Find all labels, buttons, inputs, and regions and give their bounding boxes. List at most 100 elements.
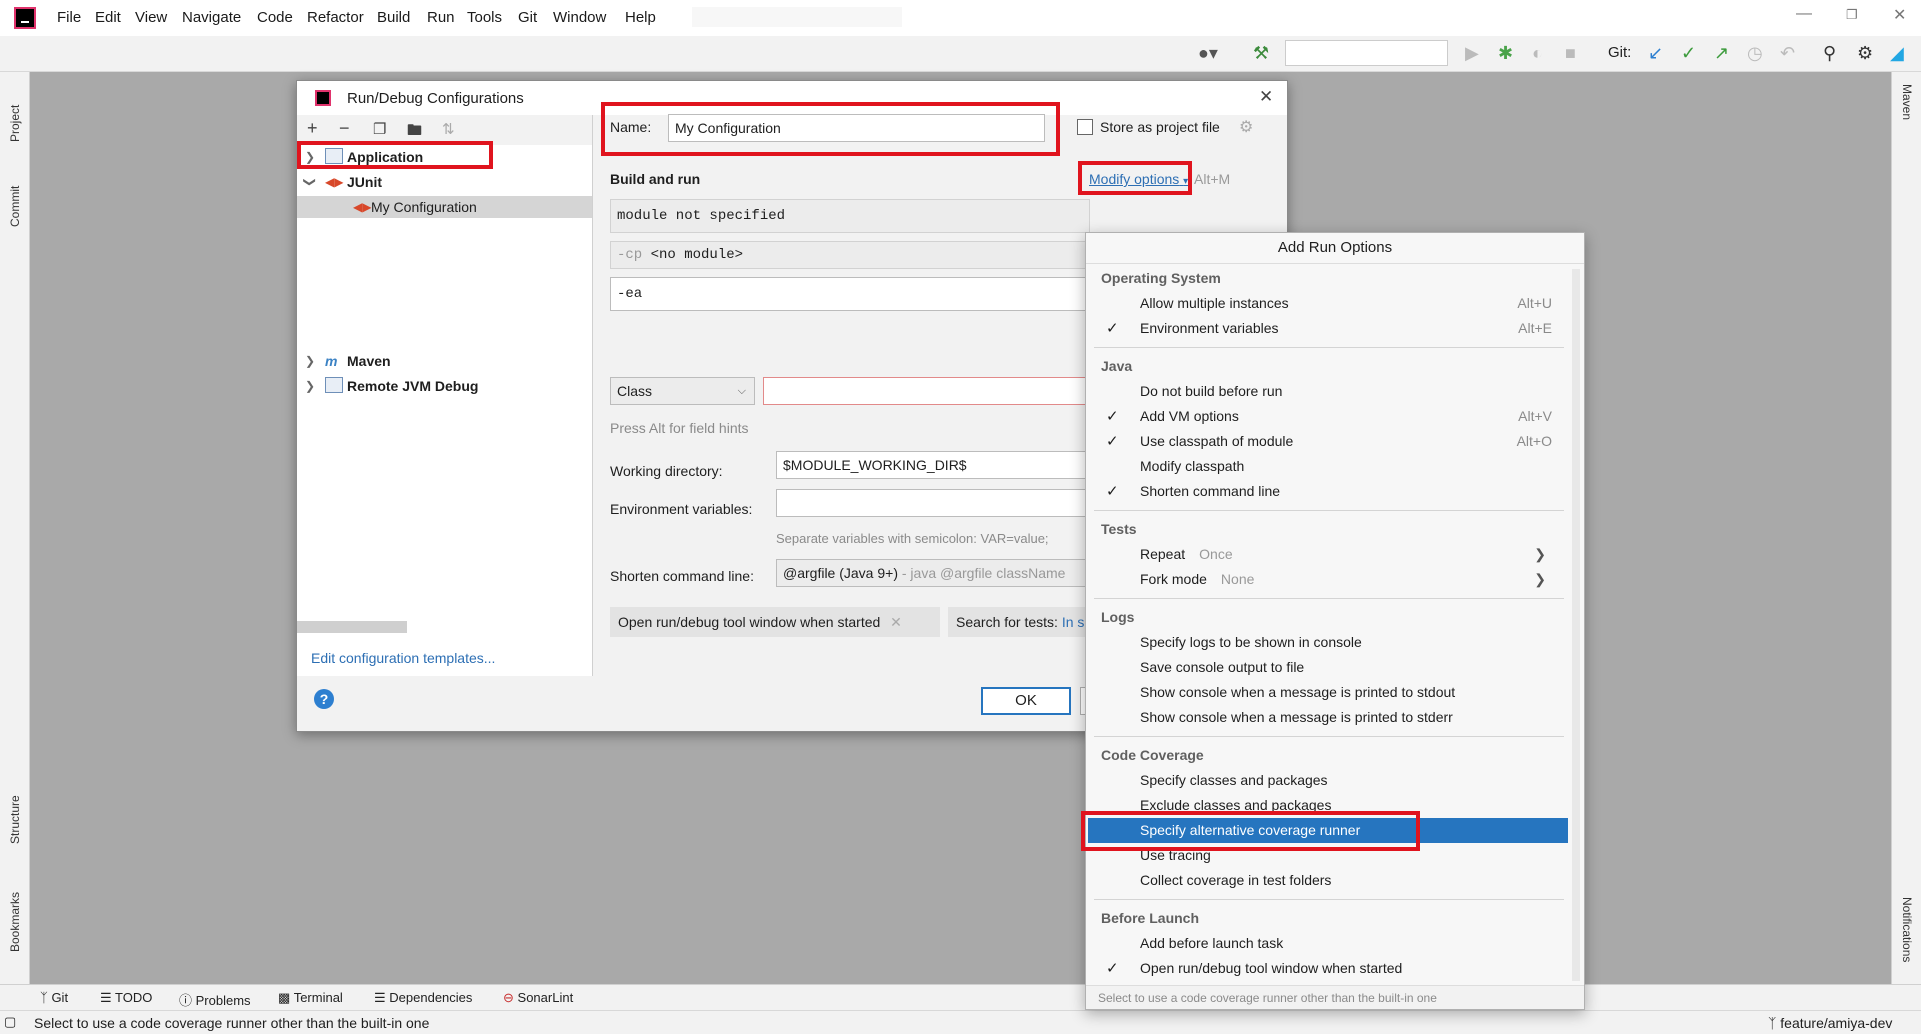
option-open-tool-window[interactable]: ✓ Open run/debug tool window when started: [1088, 956, 1568, 981]
settings-icon[interactable]: ⚙: [1857, 42, 1873, 64]
menu-edit[interactable]: Edit: [95, 9, 121, 26]
tree-item-maven[interactable]: ❯ m Maven: [297, 350, 592, 372]
git-update-icon[interactable]: ↙: [1648, 42, 1663, 64]
git-tool-tab[interactable]: ᛉ Git: [40, 990, 68, 1005]
option-show-console-stdout[interactable]: Show console when a message is printed t…: [1088, 680, 1568, 705]
tree-item-junit[interactable]: ❯ ◀▶ JUnit: [297, 171, 592, 193]
env-vars-field[interactable]: [776, 489, 1090, 517]
left-tool-stripe: Project Commit Structure Bookmarks: [0, 72, 30, 984]
notifications-tab[interactable]: Notifications: [1900, 897, 1914, 962]
option-do-not-build[interactable]: Do not build before run: [1088, 379, 1568, 404]
option-modify-classpath[interactable]: Modify classpath: [1088, 454, 1568, 479]
git-commit-icon[interactable]: ✓: [1681, 42, 1696, 64]
todo-tool-tab[interactable]: ☰ TODO: [100, 990, 152, 1006]
menu-bar: File Edit View Navigate Code Refactor Bu…: [0, 0, 1921, 36]
tree-item-remote-jvm-debug[interactable]: ❯ Remote JVM Debug: [297, 375, 592, 397]
option-show-console-stderr[interactable]: Show console when a message is printed t…: [1088, 705, 1568, 730]
option-logs-in-console[interactable]: Specify logs to be shown in console: [1088, 630, 1568, 655]
right-tool-stripe: Maven Notifications: [1891, 72, 1921, 984]
option-allow-multiple-instances[interactable]: Allow multiple instances Alt+U: [1088, 291, 1568, 316]
user-icon[interactable]: ●▾: [1198, 42, 1218, 64]
option-add-vm-options[interactable]: ✓ Add VM options Alt+V: [1088, 404, 1568, 429]
hammer-icon[interactable]: ⚒: [1253, 42, 1269, 64]
store-as-project-checkbox[interactable]: [1077, 119, 1093, 135]
option-use-classpath-of-module[interactable]: ✓ Use classpath of module Alt+O: [1088, 429, 1568, 454]
rollback-icon[interactable]: ↶: [1780, 42, 1795, 64]
gear-icon[interactable]: ⚙: [1239, 117, 1253, 137]
terminal-tool-tab[interactable]: ▩ Terminal: [278, 990, 343, 1006]
sort-icon[interactable]: ⇅: [442, 120, 455, 138]
run-config-selector[interactable]: [1285, 40, 1448, 66]
search-for-tests-chip[interactable]: Search for tests: In s: [948, 607, 1090, 637]
title-search-area[interactable]: [692, 7, 902, 27]
git-push-icon[interactable]: ↗: [1714, 42, 1729, 64]
test-kind-select[interactable]: Class ⌵: [610, 377, 755, 405]
class-field[interactable]: [763, 377, 1090, 405]
module-field[interactable]: module not specified: [610, 199, 1090, 233]
coverage-icon[interactable]: ◐: [1532, 42, 1543, 64]
option-shorten-command-line[interactable]: ✓ Shorten command line: [1088, 479, 1568, 504]
status-panel-icon[interactable]: ▢: [4, 1014, 16, 1030]
menu-file[interactable]: File: [57, 9, 81, 26]
maven-tab[interactable]: Maven: [1900, 84, 1914, 120]
minimize-icon[interactable]: —: [1796, 5, 1812, 23]
dependencies-tool-tab[interactable]: ☰ Dependencies: [374, 990, 472, 1006]
edit-templates-link[interactable]: Edit configuration templates...: [311, 650, 495, 666]
build-and-run-heading: Build and run: [610, 171, 701, 187]
menu-code[interactable]: Code: [257, 9, 293, 26]
option-specify-classes[interactable]: Specify classes and packages: [1088, 768, 1568, 793]
env-vars-hint: Separate variables with semicolon: VAR=v…: [776, 531, 1049, 546]
horizontal-scrollbar[interactable]: [297, 621, 407, 633]
problems-tool-tab[interactable]: ⓘ Problems: [179, 990, 251, 1009]
option-environment-variables[interactable]: ✓ Environment variables Alt+E: [1088, 316, 1568, 341]
vm-options-field[interactable]: -ea: [610, 277, 1090, 311]
remote-debug-icon: [325, 377, 343, 393]
popup-scrollbar[interactable]: [1572, 269, 1580, 981]
menu-build[interactable]: Build: [377, 9, 410, 26]
search-icon[interactable]: ⚲: [1823, 42, 1836, 64]
remove-icon[interactable]: −: [339, 118, 350, 139]
stop-icon[interactable]: ■: [1565, 42, 1576, 64]
add-icon[interactable]: +: [307, 118, 318, 139]
copy-icon[interactable]: ❐: [373, 120, 386, 138]
structure-tab[interactable]: Structure: [8, 795, 22, 844]
open-tool-window-chip[interactable]: Open run/debug tool window when started …: [610, 607, 940, 637]
menu-navigate[interactable]: Navigate: [182, 9, 241, 26]
close-icon[interactable]: ✕: [1259, 87, 1273, 107]
shorten-cmd-select[interactable]: @argfile (Java 9+) - java @argfile class…: [776, 559, 1090, 587]
run-icon[interactable]: ▶: [1465, 42, 1479, 64]
tree-label-my-configuration: My Configuration: [371, 199, 477, 215]
menu-view[interactable]: View: [135, 9, 167, 26]
option-fork-mode[interactable]: Fork mode None ❯: [1088, 567, 1568, 592]
help-icon[interactable]: ?: [314, 689, 334, 709]
bookmarks-tab[interactable]: Bookmarks: [8, 892, 22, 952]
tree-item-my-configuration[interactable]: ◀▶ My Configuration: [297, 196, 592, 218]
debug-icon[interactable]: ✱: [1498, 42, 1513, 64]
working-dir-field[interactable]: $MODULE_WORKING_DIR$: [776, 451, 1090, 479]
classpath-field[interactable]: -cp <no module>: [610, 241, 1090, 269]
project-tab[interactable]: Project: [8, 105, 22, 142]
menu-git[interactable]: Git: [518, 9, 537, 26]
menu-window[interactable]: Window: [553, 9, 606, 26]
option-save-console-output[interactable]: Save console output to file: [1088, 655, 1568, 680]
sonarlint-tool-tab[interactable]: ⊖ SonarLint: [503, 990, 573, 1006]
history-icon[interactable]: ◷: [1747, 42, 1763, 64]
option-add-before-launch-task[interactable]: Add before launch task: [1088, 931, 1568, 956]
menu-run[interactable]: Run: [427, 9, 455, 26]
commit-tab[interactable]: Commit: [8, 186, 22, 227]
menu-refactor[interactable]: Refactor: [307, 9, 364, 26]
jetbrains-logo-icon[interactable]: ◢: [1890, 42, 1904, 64]
restore-icon[interactable]: ❐: [1846, 7, 1858, 23]
popup-footer-hint: Select to use a code coverage runner oth…: [1086, 985, 1584, 1009]
close-icon[interactable]: ✕: [890, 614, 902, 630]
git-branch-widget[interactable]: ᛉ feature/amiya-dev: [1768, 1015, 1892, 1031]
menu-help[interactable]: Help: [625, 9, 656, 26]
option-collect-coverage-test-folders[interactable]: Collect coverage in test folders: [1088, 868, 1568, 893]
option-repeat[interactable]: Repeat Once ❯: [1088, 542, 1568, 567]
ok-button[interactable]: OK: [981, 687, 1071, 715]
intellij-logo-icon[interactable]: [14, 7, 36, 29]
menu-tools[interactable]: Tools: [467, 9, 502, 26]
divider: [1094, 736, 1564, 737]
list-icon: ☰: [100, 990, 112, 1005]
close-window-icon[interactable]: ✕: [1893, 5, 1906, 25]
